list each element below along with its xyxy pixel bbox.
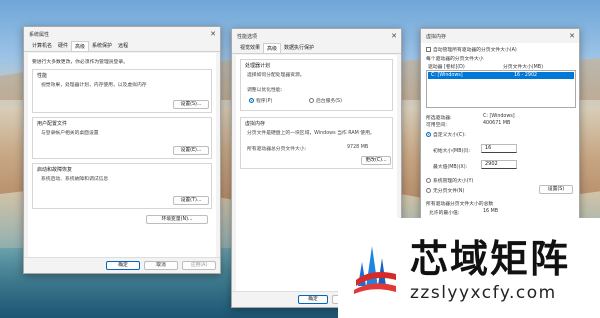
brand-name: 芯域矩阵 (410, 236, 571, 281)
custom-size-radio[interactable]: 自定义大小(C): (426, 131, 466, 138)
processor-scheduling-desc: 选择如何分配处理器资源。 (247, 73, 305, 78)
apply-button[interactable]: 应用(A) (182, 261, 216, 270)
drive-list[interactable]: C: [Windows] 16 - 2902 (426, 70, 576, 108)
tab-computer-name[interactable]: 计算机名 (29, 41, 55, 51)
virtual-memory-desc: 分页文件是硬盘上的一块区域，Windows 当作 RAM 使用。 (247, 131, 375, 136)
ok-button[interactable]: 确定 (298, 295, 328, 304)
tab-system-protection[interactable]: 系统保护 (89, 41, 115, 51)
tab-advanced[interactable]: 高级 (71, 41, 90, 51)
dialog-footer: 确定 取消 应用(A) (24, 257, 220, 273)
close-icon[interactable]: ✕ (565, 29, 579, 43)
performance-label: 性能 (37, 73, 48, 79)
no-paging-label: 无分页文件(N) (433, 189, 465, 194)
virtual-memory-label: 虚拟内存 (245, 121, 266, 127)
column-drive: 驱动器 [卷标](D) (428, 65, 465, 70)
programs-label: 程序(P) (256, 99, 273, 104)
brand-url: zzslyyxcfy.com (410, 283, 557, 303)
max-size-label: 最大值(MB)(X): (433, 165, 468, 170)
window-title: 性能选项 (237, 33, 258, 40)
window-titlebar[interactable]: 性能选项 ✕ (232, 29, 401, 43)
radio-icon (426, 188, 431, 193)
processor-scheduling-group: 处理器计划 选择如何分配处理器资源。 调整以优化性能: 程序(P) 后台服务(S… (240, 59, 393, 111)
tab-content: 要进行大多数更改，你必须作为管理员登录。 性能 视觉效果，处理器计划，内存使用，… (28, 53, 216, 257)
user-profiles-group: 用户配置文件 与登录帐户相关的桌面设置 设置(E)... (32, 117, 212, 159)
selected-drive-value: C: [Windows] (483, 114, 515, 119)
startup-recovery-desc: 系统启动、系统故障和调试信息 (41, 177, 109, 182)
change-button[interactable]: 更改(C)... (361, 156, 391, 165)
ok-button[interactable]: 确定 (106, 261, 140, 270)
performance-settings-button[interactable]: 设置(S)... (173, 100, 209, 109)
drive-row-name: C: [Windows] (431, 73, 463, 78)
tab-bar: 视觉效果 高级 数据执行保护 (232, 43, 401, 54)
tab-bar: 计算机名 硬件 高级 系统保护 远程 (24, 41, 220, 52)
space-value: 400671 MB (483, 121, 511, 126)
radio-icon (309, 98, 314, 103)
no-paging-radio[interactable]: 无分页文件(N) (426, 187, 464, 194)
close-icon[interactable]: ✕ (206, 27, 220, 41)
user-profiles-desc: 与登录帐户相关的桌面设置 (41, 131, 99, 136)
set-button[interactable]: 设置(S) (539, 185, 573, 194)
radio-selected-icon (426, 132, 431, 137)
background-services-radio[interactable]: 后台服务(S) (309, 97, 342, 104)
tab-visual-effects[interactable]: 视觉效果 (237, 43, 263, 53)
radio-selected-icon (249, 98, 254, 103)
startup-recovery-group: 启动和故障恢复 系统启动、系统故障和调试信息 设置(T)... (32, 163, 212, 209)
min-allowed-value: 16 MB (483, 209, 499, 214)
window-title: 虚拟内存 (426, 33, 447, 40)
background-services-label: 后台服务(S) (316, 99, 342, 104)
space-label: 可用空间: (426, 123, 447, 128)
total-section-label: 所有驱动器分页文件大小的总数 (426, 202, 494, 207)
virtual-memory-group: 虚拟内存 分页文件是硬盘上的一块区域，Windows 当作 RAM 使用。 所有… (240, 117, 393, 169)
performance-desc: 视觉效果，处理器计划，内存使用，以及虚拟内存 (41, 83, 147, 88)
drive-row-size: 16 - 2902 (514, 73, 538, 78)
window-title: 系统属性 (29, 31, 50, 38)
min-allowed-label: 允许的最小值: (429, 211, 460, 216)
tab-hardware[interactable]: 硬件 (55, 41, 71, 51)
adjust-label: 调整以优化性能: (247, 88, 283, 93)
system-managed-radio[interactable]: 系统管理的大小(Y) (426, 177, 473, 184)
auto-manage-checkbox[interactable]: 自动管理所有驱动器的分页文件大小(A) (426, 46, 517, 53)
window-titlebar[interactable]: 虚拟内存 ✕ (421, 29, 579, 43)
admin-notice: 要进行大多数更改，你必须作为管理员登录。 (32, 60, 128, 65)
selected-drive-label: 所选驱动器: (426, 116, 452, 121)
system-managed-label: 系统管理的大小(Y) (433, 179, 474, 184)
processor-scheduling-label: 处理器计划 (245, 63, 271, 69)
dialog-content: 自动管理所有驱动器的分页文件大小(A) 每个驱动器的分页文件大小 驱动器 [卷标… (421, 43, 579, 227)
tab-remote[interactable]: 远程 (115, 41, 131, 51)
system-properties-window: 系统属性 ✕ 计算机名 硬件 高级 系统保护 远程 要进行大多数更改，你必须作为… (23, 26, 221, 274)
close-icon[interactable]: ✕ (387, 29, 401, 43)
user-profiles-settings-button[interactable]: 设置(E)... (173, 146, 209, 155)
startup-recovery-label: 启动和故障恢复 (37, 167, 73, 173)
cancel-button[interactable]: 取消 (144, 261, 178, 270)
window-titlebar[interactable]: 系统属性 ✕ (24, 27, 220, 41)
virtual-memory-window: 虚拟内存 ✕ 自动管理所有驱动器的分页文件大小(A) 每个驱动器的分页文件大小 … (420, 28, 580, 228)
max-size-input[interactable]: 2902 (481, 160, 517, 169)
each-drive-label: 每个驱动器的分页文件大小 (426, 57, 484, 62)
drive-row[interactable]: C: [Windows] 16 - 2902 (428, 72, 574, 79)
environment-variables-button[interactable]: 环境变量(N)... (146, 215, 208, 224)
brand-watermark: 芯域矩阵 zzslyyxcfy.com (338, 218, 600, 318)
initial-size-label: 初始大小(MB)(I): (433, 149, 471, 154)
initial-size-input[interactable]: 16 (481, 144, 517, 153)
performance-group: 性能 视觉效果，处理器计划，内存使用，以及虚拟内存 设置(S)... (32, 69, 212, 113)
custom-size-label: 自定义大小(C): (433, 133, 466, 138)
radio-icon (426, 178, 431, 183)
total-paging-value: 9728 MB (347, 145, 369, 150)
tab-dep[interactable]: 数据执行保护 (281, 43, 317, 53)
total-paging-label: 所有驱动器总分页文件大小: (247, 147, 307, 152)
column-size: 分页文件大小(MB) (503, 65, 543, 70)
checkbox-icon (426, 47, 431, 52)
tab-advanced[interactable]: 高级 (263, 43, 282, 53)
startup-recovery-settings-button[interactable]: 设置(T)... (173, 196, 209, 205)
user-profiles-label: 用户配置文件 (37, 121, 68, 127)
brand-logo-icon (354, 246, 396, 294)
programs-radio[interactable]: 程序(P) (249, 97, 272, 104)
auto-manage-label: 自动管理所有驱动器的分页文件大小(A) (433, 48, 517, 53)
